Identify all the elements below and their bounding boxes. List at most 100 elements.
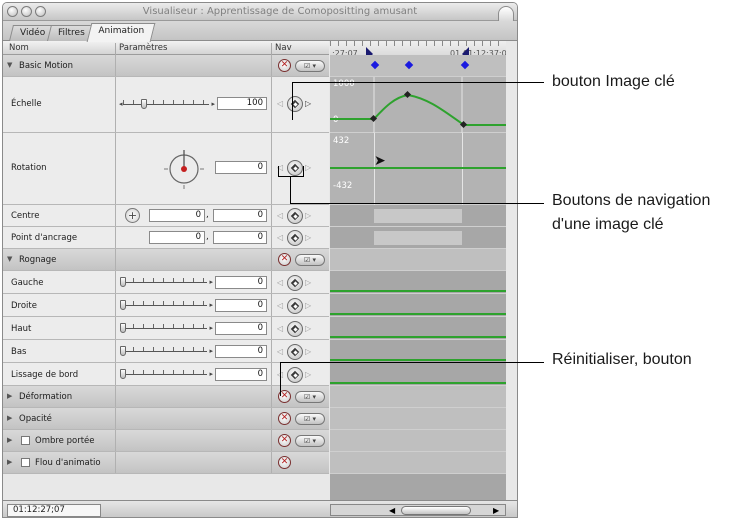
column-nav[interactable]: Nav [275,43,292,53]
bas-value-field[interactable]: 0 [215,345,267,358]
next-keyframe-icon[interactable]: ▷ [305,324,311,333]
callout-bracket-right [303,166,304,176]
ancrage-x-field[interactable]: 0 [149,231,205,244]
ancrage-y-field[interactable]: 0 [213,231,267,244]
next-keyframe-icon[interactable]: ▷ [305,347,311,356]
previous-keyframe-icon[interactable]: ◁ [277,324,283,333]
param-row-echelle: Échelle ◂ ▸ 100 ◁ ▷ [3,77,329,133]
callout-bracket-nav [278,176,304,177]
previous-keyframe-icon[interactable]: ◁ [277,99,283,108]
slider-thumb[interactable] [141,99,147,109]
group-row-rognage[interactable]: ▼ Rognage ✕ ☑ ▾ [3,249,329,271]
haut-slider[interactable]: ▸ [119,322,213,334]
add-keyframe-button[interactable] [287,96,303,112]
reset-button[interactable]: ✕ [278,253,291,266]
rotation-curve[interactable] [330,167,506,169]
reset-button[interactable]: ✕ [278,59,291,72]
next-keyframe-icon[interactable]: ▷ [305,301,311,310]
group-row-basic-motion[interactable]: ▼ Basic Motion ✕ ☑ ▾ [3,55,329,77]
next-keyframe-icon[interactable]: ▷ [305,278,311,287]
column-header: Nom Paramètres Nav [3,41,329,56]
keyframe-menu-button[interactable]: ☑ ▾ [295,391,325,403]
add-keyframe-button[interactable] [287,298,303,314]
flou-enable-checkbox[interactable] [21,458,30,467]
add-keyframe-button[interactable] [287,275,303,291]
previous-keyframe-icon[interactable]: ◁ [277,233,283,242]
next-keyframe-icon[interactable]: ▷ [305,163,311,172]
lissage-value-field[interactable]: 0 [215,368,267,381]
zoom-window-button[interactable] [35,6,46,17]
echelle-slider[interactable]: ◂ ▸ [119,98,215,110]
timeline-scrollbar[interactable]: ◀ ▶ [330,504,506,516]
timecode-field[interactable]: 01:12:27;07 [7,504,101,517]
callout-nav-line1: Boutons de navigation [552,192,711,209]
disclosure-triangle-icon[interactable]: ▶ [7,392,12,400]
tab-animation[interactable]: Animation [86,23,156,42]
scroll-left-icon[interactable]: ◀ [389,506,399,515]
centre-y-field[interactable]: 0 [213,209,267,222]
add-keyframe-button[interactable] [287,321,303,337]
gauche-slider[interactable]: ▸ [119,276,213,288]
add-keyframe-button[interactable] [287,208,303,224]
disclosure-triangle-icon[interactable]: ▼ [7,61,12,69]
param-row-haut: Haut ▸ 0 ◁ ▷ [3,317,329,340]
group-row-ombre[interactable]: ▶ Ombre portée ✕ ☑ ▾ [3,430,329,452]
add-keyframe-button[interactable] [287,230,303,246]
minimize-window-button[interactable] [21,6,32,17]
bas-slider[interactable]: ▸ [119,345,213,357]
next-keyframe-icon[interactable]: ▷ [305,211,311,220]
disclosure-triangle-icon[interactable]: ▶ [7,414,12,422]
next-keyframe-icon[interactable]: ▷ [305,99,311,108]
reset-button[interactable]: ✕ [278,434,291,447]
echelle-curve[interactable] [330,77,506,133]
callout-keyframe-button: bouton Image clé [552,73,675,90]
column-name[interactable]: Nom [9,43,29,53]
rotation-value-field[interactable]: 0 [215,161,267,174]
next-keyframe-icon[interactable]: ▷ [305,233,311,242]
add-keyframe-button[interactable] [287,344,303,360]
callout-line-nav [290,203,544,204]
mouse-pointer-icon: ➤ [374,153,386,169]
centre-x-field[interactable]: 0 [149,209,205,222]
droite-value-field[interactable]: 0 [215,299,267,312]
disclosure-triangle-icon[interactable]: ▶ [7,436,12,444]
disclosure-triangle-icon[interactable]: ▼ [7,255,12,263]
gauche-value-field[interactable]: 0 [215,276,267,289]
param-row-droite: Droite ▸ 0 ◁ ▷ [3,294,329,317]
scroll-thumb[interactable] [401,506,471,515]
droite-slider[interactable]: ▸ [119,299,213,311]
previous-keyframe-icon[interactable]: ◁ [277,301,283,310]
viewer-window: Visualiseur : Apprentissage de Comoposit… [2,2,518,518]
previous-keyframe-icon[interactable]: ◁ [277,211,283,220]
rotation-dial[interactable] [159,147,209,191]
tab-bar: Vidéo Filtres Animation [3,21,517,42]
crosshair-icon[interactable]: + [125,208,140,223]
group-row-opacite[interactable]: ▶ Opacité ✕ ☑ ▾ [3,408,329,430]
callout-bracket-left [278,166,279,176]
haut-value-field[interactable]: 0 [215,322,267,335]
reset-button[interactable]: ✕ [278,412,291,425]
close-window-button[interactable] [7,6,18,17]
column-params[interactable]: Paramètres [119,43,167,53]
lissage-slider[interactable]: ▸ [119,368,213,380]
callout-reset-button: Réinitialiser, bouton [552,351,692,368]
echelle-value-field[interactable]: 100 [217,97,267,110]
previous-keyframe-icon[interactable]: ◁ [277,347,283,356]
reset-button[interactable]: ✕ [278,456,291,469]
param-row-centre: Centre + 0 , 0 ◁ ▷ [3,205,329,227]
next-keyframe-icon[interactable]: ▷ [305,370,311,379]
keyframe-menu-button[interactable]: ☑ ▾ [295,435,325,447]
disclosure-triangle-icon[interactable]: ▶ [7,458,12,466]
scroll-right-icon[interactable]: ▶ [493,506,503,515]
previous-keyframe-icon[interactable]: ◁ [277,278,283,287]
keyframe-menu-button[interactable]: ☑ ▾ [295,413,325,425]
group-row-flou[interactable]: ▶ Flou d'animatio ✕ [3,452,329,474]
keyframe-menu-button[interactable]: ☑ ▾ [295,254,325,266]
keyframe-menu-button[interactable]: ☑ ▾ [295,60,325,72]
title-bar: Visualiseur : Apprentissage de Comoposit… [3,3,517,28]
add-keyframe-button[interactable] [287,367,303,383]
keyframe-graph-area[interactable]: ;27;07 01 01:12:37;07 1000 0 432 -432 ➤ [330,41,506,501]
add-keyframe-button[interactable] [287,160,303,176]
window-title: Visualiseur : Apprentissage de Comoposit… [142,6,418,17]
ombre-enable-checkbox[interactable] [21,436,30,445]
